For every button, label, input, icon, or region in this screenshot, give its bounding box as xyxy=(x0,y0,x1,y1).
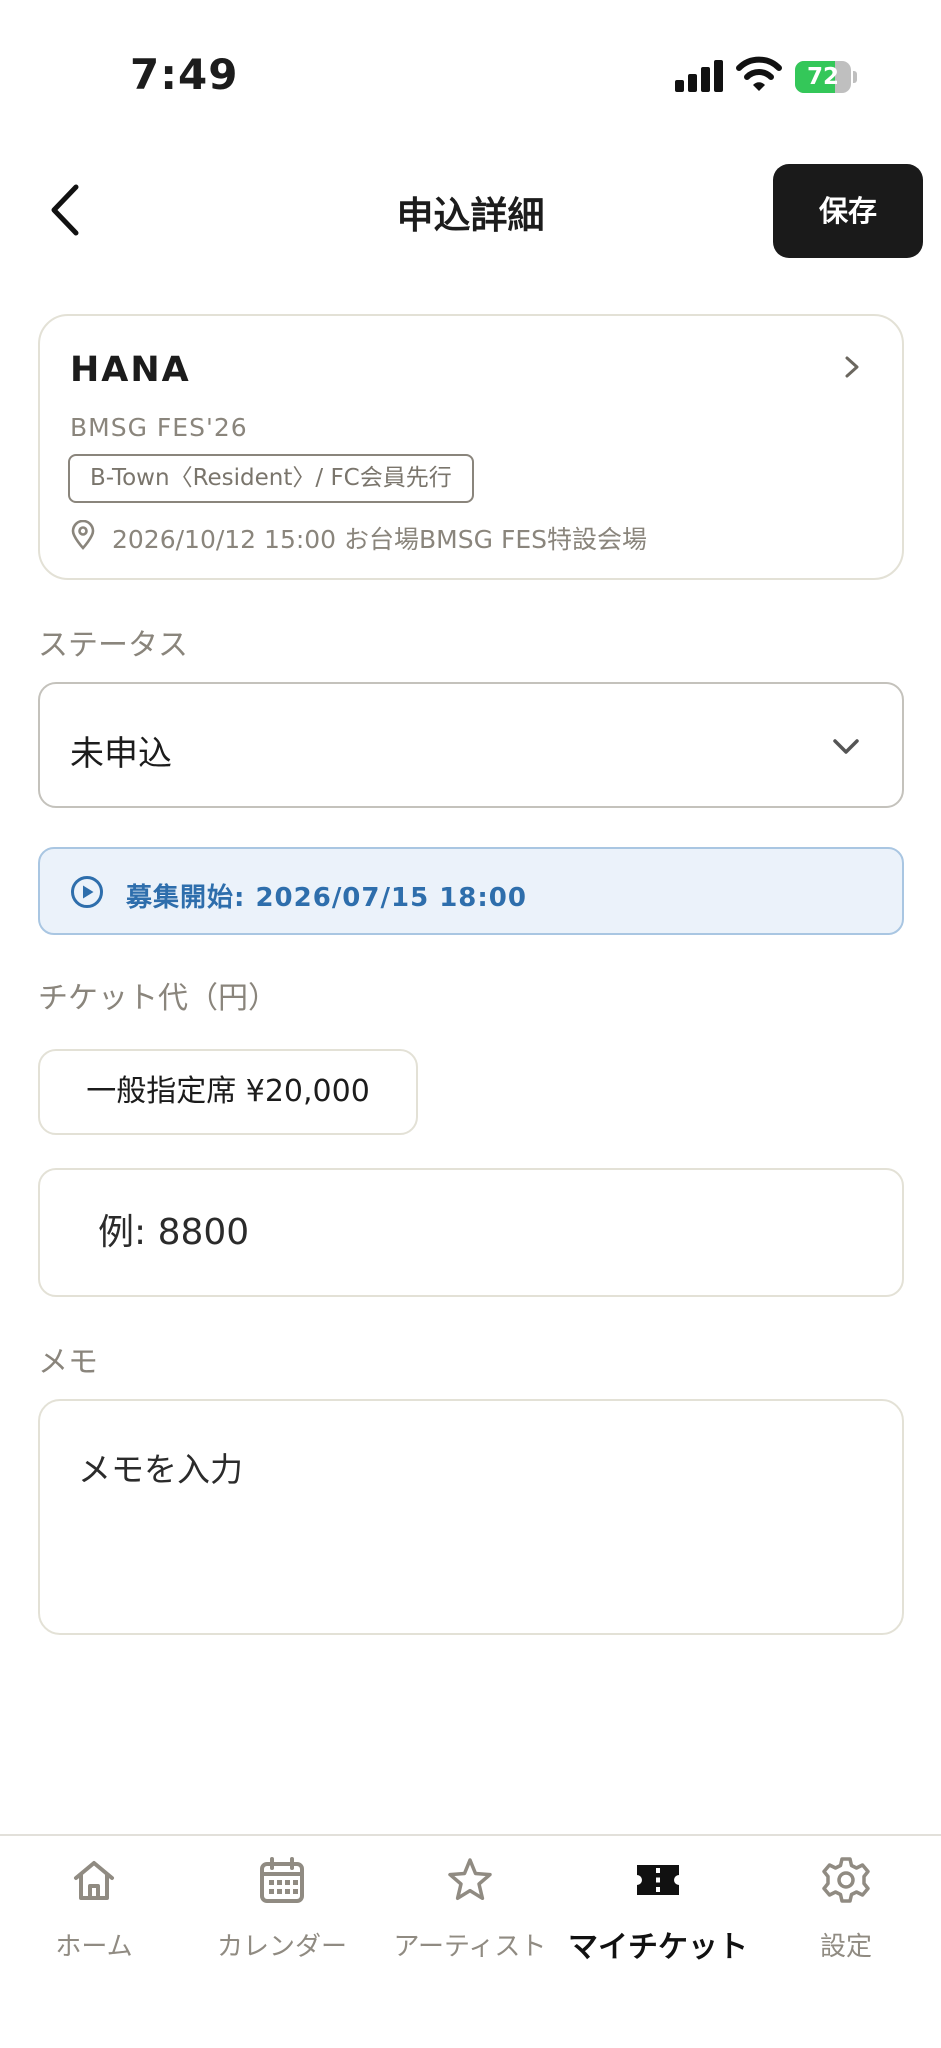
chevron-down-icon xyxy=(833,739,859,754)
event-datetime-venue: 2026/10/12 15:00 お台場BMSG FES特設会場 xyxy=(112,525,647,554)
calendar-icon xyxy=(260,1857,304,1903)
gear-icon xyxy=(822,1857,870,1903)
status-bar: 7:49 72 xyxy=(0,0,941,150)
tab-artist[interactable]: アーティスト xyxy=(376,1856,564,1976)
recruitment-start-banner: 募集開始: 2026/07/15 18:00 xyxy=(38,847,904,935)
battery-icon: 72 xyxy=(795,61,857,93)
event-card[interactable]: HANA BMSG FES'26 B-Town〈Resident〉/ FC会員先… xyxy=(38,314,904,580)
save-button[interactable]: 保存 xyxy=(773,164,923,258)
bottom-tab-bar: ホーム カレンダー アーティスト マイチケット 設定 xyxy=(0,1834,941,2048)
home-icon xyxy=(74,1861,114,1900)
event-artist: HANA xyxy=(70,350,191,390)
chevron-right-icon xyxy=(845,356,859,378)
ticket-price-input[interactable] xyxy=(38,1168,904,1297)
status-label: ステータス xyxy=(38,628,188,663)
status-select[interactable]: 未申込 xyxy=(38,682,904,808)
tab-home[interactable]: ホーム xyxy=(0,1856,188,1976)
price-preset-chip[interactable]: 一般指定席 ¥20,000 xyxy=(38,1049,418,1135)
ticket-price-label: チケット代（円） xyxy=(38,981,278,1016)
tab-calendar[interactable]: カレンダー xyxy=(188,1856,376,1976)
location-pin-icon xyxy=(71,520,95,550)
page-title: 申込詳細 xyxy=(396,194,545,237)
cellular-signal-icon xyxy=(675,60,723,92)
status-selected-value: 未申込 xyxy=(70,734,172,774)
tab-settings-label: 設定 xyxy=(819,1932,872,1962)
memo-input[interactable] xyxy=(38,1399,904,1635)
ticket-icon xyxy=(637,1865,679,1895)
status-time: 7:49 xyxy=(130,50,239,99)
ticket-type-badge: B-Town〈Resident〉/ FC会員先行 xyxy=(68,454,474,503)
tab-settings[interactable]: 設定 xyxy=(752,1856,940,1976)
battery-level: 72 xyxy=(806,64,839,90)
event-name: BMSG FES'26 xyxy=(70,413,248,442)
star-icon xyxy=(448,1858,492,1901)
tab-my-ticket[interactable]: マイチケット xyxy=(564,1856,752,1976)
application-detail-screen: 7:49 72 申込詳細 保存 HANA BMSG FES'26 B-Town〈… xyxy=(0,0,941,2048)
wifi-icon xyxy=(736,56,782,91)
recruitment-start-text: 募集開始: 2026/07/15 18:00 xyxy=(126,883,527,913)
back-button[interactable] xyxy=(40,175,90,245)
play-circle-icon xyxy=(71,876,103,908)
memo-label: メモ xyxy=(38,1345,98,1380)
